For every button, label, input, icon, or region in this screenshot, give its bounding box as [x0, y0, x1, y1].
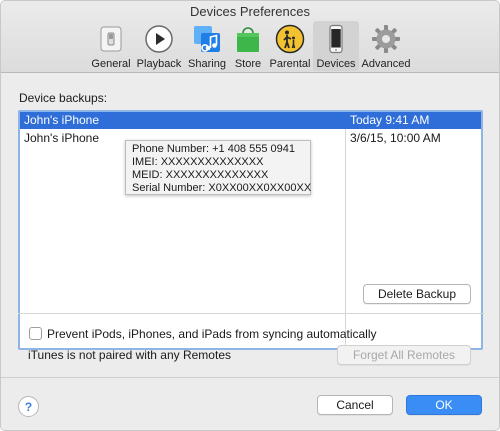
toolbar-label-devices: Devices	[316, 58, 356, 70]
prevent-sync-checkbox[interactable]	[29, 327, 42, 340]
backup-date: Today 9:41 AM	[350, 113, 430, 127]
play-icon	[145, 25, 173, 53]
toolbar-item-store[interactable]: Store	[231, 21, 265, 71]
toolbar-item-devices[interactable]: Devices	[313, 21, 359, 71]
toolbar-label-store: Store	[234, 58, 262, 70]
shopping-bag-icon	[237, 27, 259, 52]
backup-date: 3/6/15, 10:00 AM	[350, 131, 441, 145]
toolbar-label-parental: Parental	[269, 58, 311, 70]
device-backups-label: Device backups:	[19, 91, 108, 105]
prevent-sync-label: Prevent iPods, iPhones, and iPads from s…	[47, 327, 377, 341]
forget-all-remotes-button[interactable]: Forget All Remotes	[337, 345, 471, 365]
backup-device-name: John's iPhone	[24, 113, 100, 127]
toolbar-item-playback[interactable]: Playback	[135, 21, 183, 71]
toolbar-item-general[interactable]: General	[91, 21, 131, 71]
preferences-toolbar: Devices Preferences General Playback Sha…	[1, 1, 499, 73]
devices-pane: Device backups: John's iPhone Today 9:41…	[1, 74, 499, 377]
device-info-tooltip: Phone Number: +1 408 555 0941 IMEI: XXXX…	[125, 140, 311, 195]
toolbar-label-general: General	[91, 58, 131, 70]
devices-preferences-window: Devices Preferences General Playback Sha…	[0, 0, 500, 431]
toolbar-item-sharing[interactable]: Sharing	[186, 21, 228, 71]
help-button[interactable]: ?	[18, 396, 39, 417]
tooltip-imei: IMEI: XXXXXXXXXXXXXX	[132, 156, 264, 168]
window-title: Devices Preferences	[190, 4, 310, 19]
dialog-footer: ? Cancel OK	[1, 377, 499, 430]
general-switch-icon	[100, 26, 122, 52]
remotes-status-text: iTunes is not paired with any Remotes	[28, 348, 231, 362]
toolbar-item-parental[interactable]: Parental	[267, 21, 313, 71]
backup-row[interactable]: John's iPhone Today 9:41 AM	[20, 112, 481, 129]
iphone-icon	[329, 24, 343, 54]
section-separator	[18, 313, 484, 314]
device-backups-table[interactable]: John's iPhone Today 9:41 AM John's iPhon…	[18, 110, 483, 350]
toolbar-label-advanced: Advanced	[361, 58, 411, 70]
backup-device-name: John's iPhone	[24, 131, 100, 145]
parental-icon	[275, 24, 305, 54]
delete-backup-button[interactable]: Delete Backup	[363, 284, 471, 304]
tooltip-serial-number: Serial Number: X0XX00XX0XX00XX	[132, 182, 312, 194]
cancel-button[interactable]: Cancel	[317, 395, 393, 415]
toolbar-label-sharing: Sharing	[188, 58, 226, 70]
tooltip-meid: MEID: XXXXXXXXXXXXXX	[132, 169, 269, 181]
toolbar-label-playback: Playback	[136, 58, 182, 70]
toolbar-item-advanced[interactable]: Advanced	[361, 21, 411, 71]
gear-icon	[372, 25, 400, 53]
tooltip-phone-number: Phone Number: +1 408 555 0941	[132, 143, 295, 155]
ok-button[interactable]: OK	[406, 395, 482, 415]
music-note-icon	[194, 26, 220, 52]
